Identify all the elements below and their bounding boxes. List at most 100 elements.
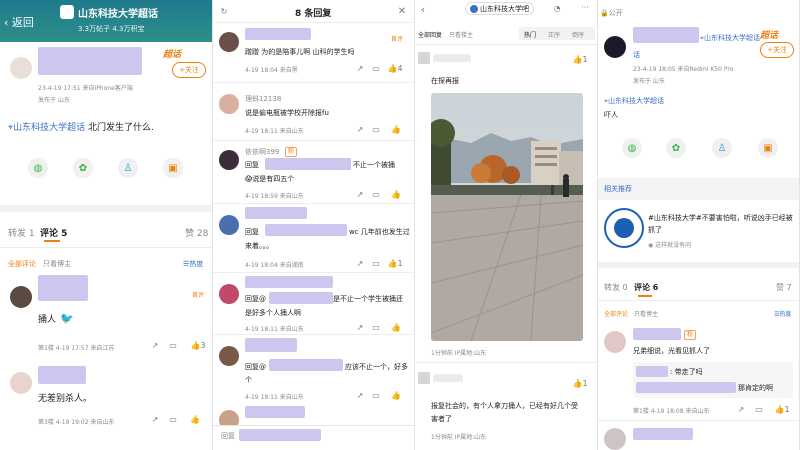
tab-comment[interactable]: 评论 5 (40, 226, 67, 239)
super-topic-badge: 超话 (760, 31, 779, 41)
close-icon[interactable]: ✕ (396, 5, 408, 17)
user-avatar[interactable] (418, 52, 430, 64)
topic-link[interactable]: ⌖山东科技大学超话 (700, 33, 760, 43)
back-chevron-icon[interactable]: ‹ (418, 3, 428, 16)
thumb-up-icon[interactable]: 👍 (391, 124, 401, 134)
share-icon[interactable]: ↗ (355, 63, 365, 73)
post-topic-link[interactable]: ⌖山东科技大学超话 (604, 96, 664, 106)
comment-icon[interactable]: ▭ (371, 189, 381, 199)
replier-name[interactable]: 依依啊399 (245, 147, 279, 157)
filter-all-comments[interactable]: 全部评论 (8, 259, 36, 269)
follow-button[interactable]: +关注 (172, 62, 206, 78)
share-icon[interactable]: ↗ (150, 414, 160, 424)
recommended-title[interactable]: #山东科技大学#不要害怕啦，听说凶手已经被抓了 (648, 212, 796, 236)
filter-all-comments[interactable]: 全部评论 (604, 309, 628, 318)
comment-icon[interactable]: ▭ (168, 340, 178, 350)
compass-icon[interactable]: ◔ (552, 3, 562, 13)
section-divider (598, 262, 799, 268)
filter-all-replies[interactable]: 全部回复 (418, 30, 442, 39)
like-button[interactable]: 👍 1 (385, 258, 405, 268)
thumb-up-icon: 👍 (387, 258, 398, 268)
author-avatar[interactable] (604, 36, 626, 58)
comment-meta: 第1楼 4-19 18:08 来自山东 (633, 408, 710, 415)
comment-icon[interactable]: ▭ (371, 322, 381, 332)
wechat-share-icon[interactable]: ◍ (28, 158, 48, 178)
post-topic-link[interactable]: 山东科技大学超话 (13, 123, 85, 133)
reply-preview-text: 那肯定的啊 (738, 384, 773, 392)
qq-share-icon[interactable]: ♙ (712, 138, 732, 158)
sort-hot-button[interactable]: ☰热度 (183, 259, 203, 269)
author-avatar[interactable] (10, 57, 32, 79)
share-icon[interactable]: ↗ (355, 189, 365, 199)
campus-photo[interactable] (431, 93, 583, 341)
replier-avatar[interactable] (219, 32, 239, 52)
comment-icon[interactable]: ▭ (168, 414, 178, 424)
comment-icon[interactable]: ▭ (371, 124, 381, 134)
user-avatar[interactable] (418, 372, 430, 384)
reply-text: 不止一个被捅 (353, 161, 395, 169)
reply-meta: 1分钟前 IP属地:山东 (431, 350, 487, 357)
share-icon[interactable]: ↗ (355, 258, 365, 268)
sort-hot[interactable]: 热门 (524, 30, 536, 39)
reply-input[interactable]: 回复 (221, 431, 235, 441)
replier-avatar[interactable] (219, 150, 239, 170)
comment-icon[interactable]: ▭ (754, 404, 764, 414)
commenter-avatar[interactable] (604, 331, 626, 353)
save-share-icon[interactable]: ▣ (163, 158, 183, 178)
moments-share-icon[interactable]: ✿ (73, 158, 93, 178)
comment-icon[interactable]: ▭ (371, 390, 381, 400)
share-icon[interactable]: ↗ (355, 390, 365, 400)
comment-icon[interactable]: ▭ (371, 63, 381, 73)
replier-name[interactable]: 理斜12138 (245, 94, 281, 104)
like-button[interactable]: 👍 1 (772, 404, 792, 414)
topic-title[interactable]: 山东科技大学超话 (78, 5, 158, 20)
commenter-avatar[interactable] (10, 286, 32, 308)
replier-avatar[interactable] (219, 94, 239, 114)
share-icon[interactable]: ↗ (355, 322, 365, 332)
sort-hot-button[interactable]: ☰热度 (774, 309, 791, 318)
thumb-up-icon[interactable]: 👍 (391, 189, 401, 199)
tab-like[interactable]: 赞 7 (776, 282, 792, 293)
sort-desc[interactable]: 倒序 (572, 30, 584, 39)
topic-chip[interactable]: 山东科技大学吧 (465, 2, 534, 15)
wechat-share-icon[interactable]: ◍ (622, 138, 642, 158)
more-icon[interactable]: ··· (578, 2, 592, 12)
back-button[interactable]: ‹ 返回 (4, 14, 34, 30)
replier-avatar[interactable] (219, 284, 239, 304)
like-button[interactable]: 👍 1 (570, 378, 590, 388)
tab-comment[interactable]: 评论 6 (634, 282, 658, 293)
tab-like[interactable]: 赞 28 (185, 226, 208, 239)
commenter-name-redacted (633, 428, 693, 440)
like-button[interactable]: 👍 4 (385, 63, 405, 73)
commenter-avatar[interactable] (604, 428, 626, 450)
thumb-up-icon[interactable]: 👍 (190, 414, 200, 424)
filter-owner-only[interactable]: 只看博主 (634, 309, 658, 318)
follow-button[interactable]: +关注 (760, 42, 794, 58)
filter-owner-only[interactable]: 只看博主 (43, 259, 71, 269)
moments-share-icon[interactable]: ✿ (666, 138, 686, 158)
save-share-icon[interactable]: ▣ (758, 138, 778, 158)
filter-op-only[interactable]: 只看楼主 (449, 30, 473, 39)
comment-icon[interactable]: ▭ (371, 258, 381, 268)
post-timestamp: 23-4-19 18:05 来自Redmi K50 Pro (633, 66, 734, 73)
share-icon[interactable]: ↗ (150, 340, 160, 350)
qq-share-icon[interactable]: ♙ (118, 158, 138, 178)
tab-repost[interactable]: 转发 1 (8, 226, 35, 239)
university-logo[interactable] (604, 208, 644, 248)
sort-asc[interactable]: 正序 (548, 30, 560, 39)
like-button[interactable]: 👍 3 (188, 340, 208, 350)
post-timestamp: 23-4-19 17:51 来自iPhone客户端 (38, 85, 133, 92)
replier-avatar[interactable] (219, 346, 239, 366)
thumb-up-icon[interactable]: 👍 (391, 390, 401, 400)
share-icon[interactable]: ↗ (736, 404, 746, 414)
commenter-avatar[interactable] (10, 372, 32, 394)
replier-avatar[interactable] (219, 215, 239, 235)
refresh-icon[interactable]: ↻ (219, 6, 229, 16)
reply-meta: 4-19 18:11 来自山东 (245, 128, 304, 135)
post-text: 吓人 (604, 111, 618, 119)
like-button[interactable]: 👍 1 (570, 54, 590, 64)
share-icon[interactable]: ↗ (355, 124, 365, 134)
tab-repost[interactable]: 转发 0 (604, 282, 628, 293)
weibo-post-panel-2: 🔒公开 ⌖山东科技大学超话 话 超话 +关注 23-4-19 18:05 来自R… (598, 0, 800, 450)
thumb-up-icon[interactable]: 👍 (391, 322, 401, 332)
